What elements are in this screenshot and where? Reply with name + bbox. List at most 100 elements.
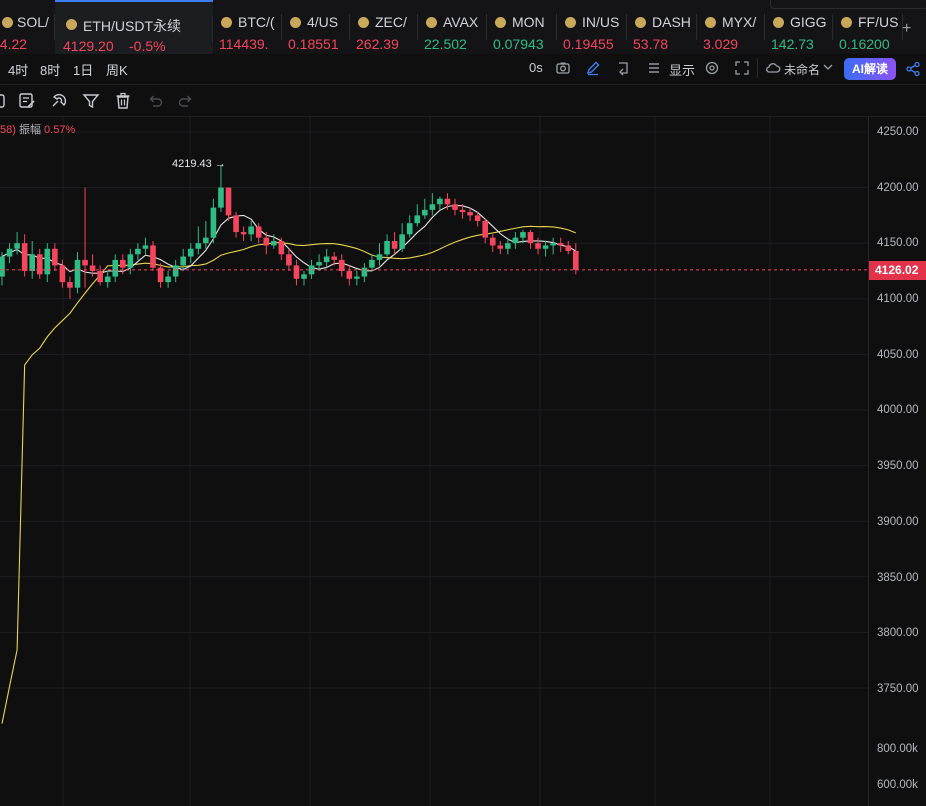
candle[interactable]	[278, 237, 285, 260]
candle[interactable]	[74, 252, 81, 294]
candle[interactable]	[482, 218, 488, 244]
fullscreen-icon[interactable]	[734, 60, 750, 76]
display-button[interactable]: 显示	[669, 60, 695, 79]
candle[interactable]	[135, 243, 141, 260]
candle[interactable]	[437, 196, 443, 210]
candle-body	[399, 234, 405, 249]
candle[interactable]	[127, 248, 134, 275]
candle[interactable]	[52, 243, 58, 271]
add-tab-button[interactable]: +	[902, 20, 911, 38]
layout-name[interactable]: 未命名	[784, 61, 820, 78]
candle[interactable]	[527, 229, 534, 249]
chevron-down-icon[interactable]	[823, 62, 833, 72]
candle[interactable]	[172, 259, 179, 283]
ticker-tab[interactable]: IN/US 0.19455	[557, 0, 627, 54]
candle[interactable]	[180, 248, 186, 271]
brush-icon[interactable]	[0, 91, 14, 111]
candle[interactable]	[165, 271, 171, 288]
candle[interactable]	[203, 220, 209, 249]
coin-icon	[426, 17, 437, 28]
ai-interpret-button[interactable]: AI解读	[844, 58, 896, 80]
ticker-price: 53.78	[633, 36, 669, 52]
candle[interactable]	[218, 165, 224, 213]
candle[interactable]	[104, 271, 111, 288]
candle[interactable]	[338, 254, 345, 277]
candle[interactable]	[293, 259, 300, 286]
search-box-edge[interactable]	[770, 0, 926, 9]
candle[interactable]	[187, 243, 194, 264]
candle[interactable]	[233, 212, 239, 238]
ticker-tab[interactable]: SOL/94.22	[0, 0, 55, 54]
candle[interactable]	[384, 234, 390, 257]
ticker-tab[interactable]: AVAX 22.502	[418, 0, 487, 54]
current-price-tag: 4126.02	[869, 261, 926, 280]
list-icon[interactable]	[646, 60, 662, 76]
interval-1w[interactable]: 周K	[106, 60, 128, 79]
candle[interactable]	[452, 198, 458, 216]
candle[interactable]	[391, 232, 398, 255]
candle[interactable]	[225, 187, 232, 221]
candle[interactable]	[286, 248, 292, 271]
interval-4h[interactable]: 4时	[8, 60, 28, 79]
candle[interactable]	[150, 240, 156, 271]
filter-icon[interactable]	[81, 91, 101, 111]
candle[interactable]	[414, 204, 421, 227]
edit-note-icon[interactable]	[17, 91, 37, 111]
ticker-tab[interactable]: ZEC/262.39	[350, 0, 418, 54]
candle[interactable]	[361, 263, 368, 283]
candle-body	[29, 254, 35, 271]
ticker-tab[interactable]: ETH/USDT永续 4129.20 -0.5%	[55, 0, 213, 54]
candle-body	[286, 254, 292, 266]
candle[interactable]	[406, 215, 413, 238]
ticker-tab[interactable]: BTC/(114439.	[213, 0, 282, 54]
candle[interactable]	[29, 240, 35, 279]
candle[interactable]	[210, 198, 217, 244]
candle[interactable]	[6, 243, 13, 264]
candle[interactable]	[346, 265, 353, 286]
cloud-icon[interactable]	[765, 60, 781, 76]
settings-icon[interactable]	[704, 60, 720, 76]
candle[interactable]	[512, 232, 519, 249]
trash-icon[interactable]	[113, 91, 133, 111]
ticker-tab[interactable]: 4/US 0.18551	[282, 0, 350, 54]
redo-icon[interactable]	[176, 91, 196, 111]
candle[interactable]	[489, 234, 496, 253]
pencil-icon[interactable]	[585, 60, 601, 76]
candle[interactable]	[323, 248, 330, 268]
candle[interactable]	[550, 237, 556, 255]
candle[interactable]	[157, 263, 164, 288]
candle[interactable]	[112, 254, 119, 283]
undo-icon[interactable]	[145, 91, 165, 111]
candle[interactable]	[240, 226, 247, 241]
candle[interactable]	[301, 271, 307, 286]
candle[interactable]	[67, 276, 73, 299]
share-icon[interactable]	[905, 61, 921, 77]
price-chart[interactable]	[0, 117, 868, 806]
ticker-tab[interactable]: MYX/3.029	[697, 0, 765, 54]
candle[interactable]	[44, 243, 51, 283]
amplitude-label: 振幅	[18, 124, 41, 136]
candle[interactable]	[369, 254, 375, 271]
magnet-icon[interactable]	[49, 91, 69, 111]
interval-1d[interactable]: 1日	[73, 60, 93, 79]
candle[interactable]	[422, 198, 428, 219]
candle[interactable]	[248, 220, 254, 241]
candle[interactable]	[376, 243, 383, 266]
candle-body	[542, 245, 549, 249]
candle-body	[14, 243, 20, 249]
ticker-tab[interactable]: DASH 53.78	[627, 0, 697, 54]
candle[interactable]	[195, 226, 202, 255]
candle-body	[505, 243, 511, 249]
candle[interactable]	[557, 237, 564, 253]
candle[interactable]	[36, 248, 43, 279]
candle[interactable]	[142, 237, 149, 255]
interval-8h[interactable]: 8时	[40, 60, 60, 79]
camera-icon[interactable]	[555, 60, 571, 76]
ticker-tab[interactable]: MON 0.07943	[487, 0, 557, 54]
candle[interactable]	[354, 271, 360, 286]
candle[interactable]	[97, 265, 103, 286]
price-axis[interactable]: 4250.00 4200.00 4150.00 4100.00 4050.00 4000.…	[868, 117, 926, 806]
replay-icon[interactable]	[615, 60, 631, 76]
candle[interactable]	[399, 223, 405, 253]
candle[interactable]	[0, 252, 5, 286]
